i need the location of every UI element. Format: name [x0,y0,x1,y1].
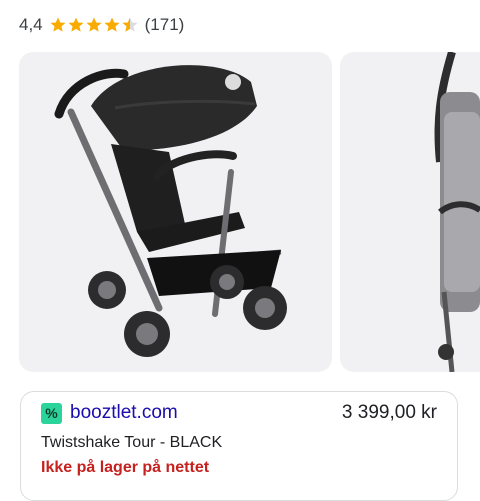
stroller-black-image [54,65,287,357]
product-image-secondary[interactable] [340,52,480,372]
offer-header: % booztlet.com 3 399,00 kr [41,402,437,424]
star-icon [104,17,120,32]
star-rating [49,16,139,34]
half-star-icon [122,17,138,32]
stock-status: Ikke på lager på nettet [41,459,210,476]
image-carousel[interactable] [0,52,480,372]
review-count[interactable]: (171) [145,15,185,35]
seller-logo-icon: % [41,402,62,424]
seller-name-link[interactable]: booztlet.com [70,402,178,424]
star-icon [50,17,66,32]
stroller-grey-image [434,52,480,372]
offer-card[interactable]: % booztlet.com 3 399,00 kr Twistshake To… [20,391,458,501]
star-icon [86,17,102,32]
offer-product-name: Twistshake Tour - BLACK [41,434,223,451]
star-icon [68,17,84,32]
rating-row: 4,4 (171) [19,12,184,38]
offer-price: 3 399,00 kr [341,402,437,423]
product-image-main[interactable] [19,52,332,372]
rating-value: 4,4 [19,15,43,34]
